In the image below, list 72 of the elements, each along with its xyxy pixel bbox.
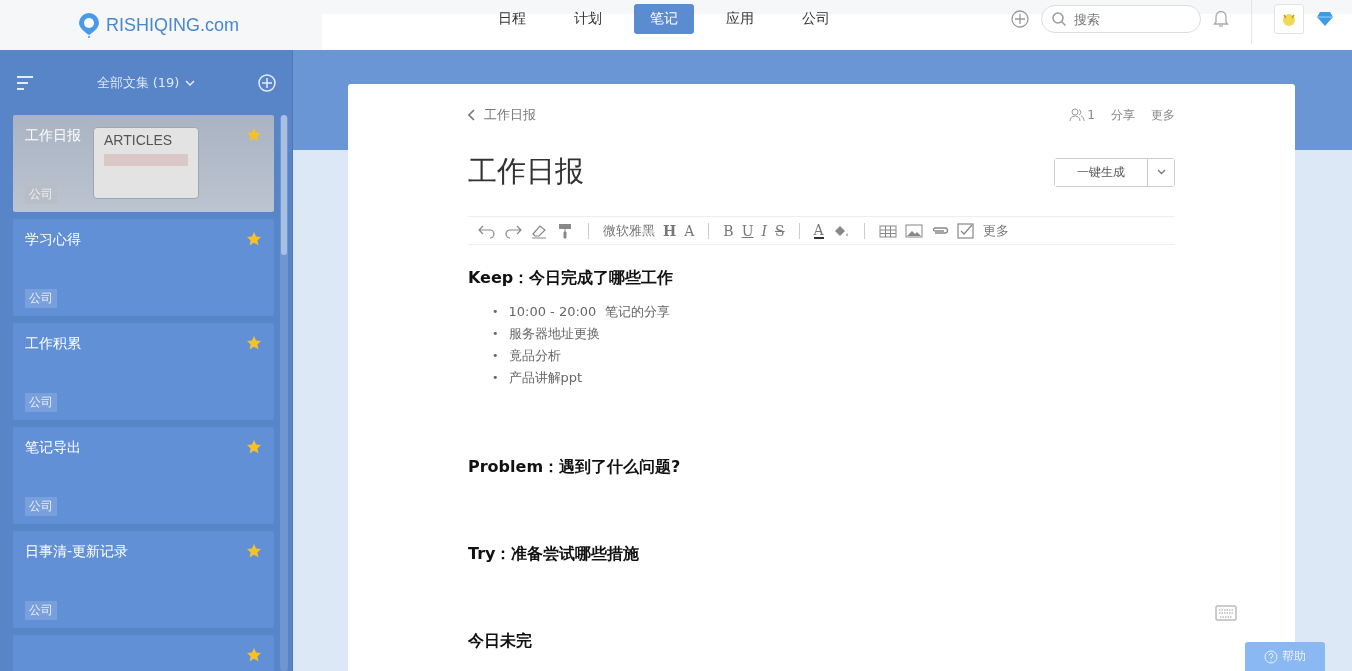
members-button[interactable]: 1: [1069, 108, 1095, 122]
question-icon: [1264, 649, 1278, 664]
diamond-icon[interactable]: [1316, 11, 1334, 27]
search-box[interactable]: 搜索: [1041, 5, 1201, 33]
cartoon-avatar-icon: [1281, 11, 1297, 27]
note-card[interactable]: 学习心得 公司: [13, 219, 274, 316]
bullet: •: [492, 304, 499, 320]
bullet: •: [492, 370, 499, 386]
font-size-button[interactable]: A: [684, 222, 695, 239]
caret-icon: [1156, 169, 1166, 175]
section-heading: Keep：今日完成了哪些工作: [468, 267, 675, 289]
note-tag: 公司: [25, 393, 57, 412]
star-icon[interactable]: [246, 127, 262, 143]
search-icon: [1052, 12, 1066, 26]
add-icon[interactable]: [1011, 10, 1029, 28]
font-dropdown[interactable]: 微软雅黑: [603, 221, 655, 240]
star-icon[interactable]: [246, 335, 262, 351]
nav-tab[interactable]: 笔记: [634, 4, 694, 34]
note-title: 日事清-更新记录: [25, 543, 129, 561]
generate-button[interactable]: 一键生成: [1055, 158, 1148, 186]
strikethrough-button[interactable]: S: [775, 222, 785, 239]
note-card[interactable]: 日事清-更新记录 公司: [13, 531, 274, 628]
list-item: 10:00 - 20:00 笔记的分享: [508, 303, 670, 321]
section-heading: Try：准备尝试哪些措施: [468, 543, 641, 565]
keyboard-icon[interactable]: [1215, 605, 1237, 621]
star-icon[interactable]: [246, 439, 262, 455]
nav-tab[interactable]: 日程: [482, 4, 542, 34]
checkbox-icon[interactable]: [956, 222, 975, 239]
note-title: 学习心得: [25, 231, 81, 249]
location-pin-icon: [78, 12, 100, 38]
heading-button[interactable]: H: [663, 222, 677, 239]
star-icon[interactable]: [246, 543, 262, 559]
italic-button[interactable]: I: [761, 222, 767, 239]
note-tag: 公司: [25, 497, 57, 516]
nav-tab[interactable]: 公司: [786, 4, 846, 34]
cover-text: ARTICLES: [104, 132, 174, 148]
list-item: 产品讲解ppt: [508, 369, 583, 387]
table-icon[interactable]: [878, 222, 897, 239]
bold-button[interactable]: B: [723, 222, 734, 239]
note-tag: 公司: [25, 289, 57, 308]
nav-tab[interactable]: 计划: [558, 4, 618, 34]
note-card[interactable]: 笔记导出 公司: [13, 427, 274, 524]
document-title: 工作日报: [468, 153, 584, 190]
star-icon[interactable]: [246, 647, 262, 663]
bullet: •: [492, 326, 499, 342]
list-item: 竟品分析: [508, 347, 561, 365]
bullet: •: [492, 348, 499, 364]
search-field[interactable]: 搜索: [1072, 10, 1172, 28]
back-link[interactable]: 工作日报: [468, 106, 536, 124]
font-color-button[interactable]: A: [813, 222, 824, 239]
bell-icon[interactable]: [1213, 10, 1229, 28]
logo-text: RISHIQING.com: [106, 14, 239, 36]
more-link[interactable]: 更多: [1151, 106, 1175, 124]
nav-tab[interactable]: 应用: [710, 4, 770, 34]
list-menu-icon[interactable]: [16, 74, 34, 91]
star-icon[interactable]: [246, 231, 262, 247]
list-item: 服务器地址更换: [508, 325, 600, 343]
people-icon: [1069, 108, 1086, 122]
note-tag: 公司: [25, 601, 57, 620]
note-card[interactable]: 工作积累 公司: [13, 323, 274, 420]
image-icon[interactable]: [904, 222, 923, 239]
note-title: 笔记导出: [25, 439, 81, 457]
more-button[interactable]: 更多: [982, 221, 1009, 240]
share-link[interactable]: 分享: [1111, 106, 1135, 124]
section-heading: 今日未完: [468, 630, 533, 652]
note-title: 工作日报: [25, 127, 81, 145]
collection-dropdown[interactable]: 全部文集 (19): [90, 72, 202, 93]
note-title: 工作积累: [25, 335, 81, 353]
section-heading: Problem：遇到了什么问题?: [468, 456, 682, 478]
underline-button[interactable]: U: [741, 222, 754, 239]
caret-icon: [185, 79, 196, 86]
paint-roller-icon[interactable]: [556, 222, 574, 239]
